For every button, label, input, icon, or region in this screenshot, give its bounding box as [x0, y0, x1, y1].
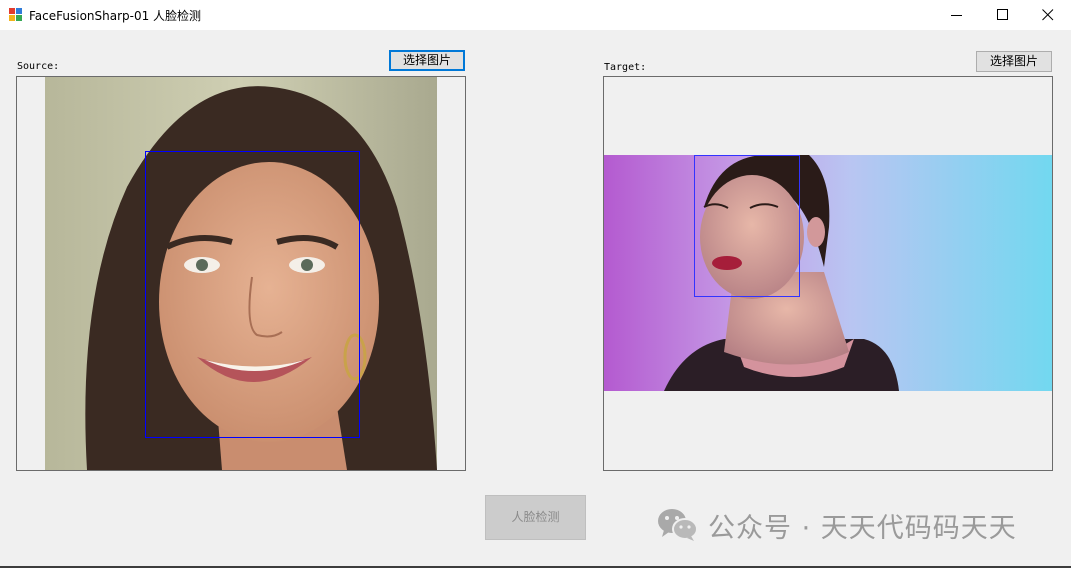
watermark: 公众号 · 天天代码码天天 [656, 505, 1017, 545]
title-bar: FaceFusionSharp-01 人脸检测 [0, 0, 1071, 30]
source-label: Source: [17, 61, 60, 72]
app-icon [9, 8, 23, 21]
target-label: Target: [604, 62, 647, 73]
close-button[interactable] [1025, 0, 1071, 30]
maximize-button[interactable] [980, 0, 1026, 30]
minimize-icon [951, 15, 962, 16]
minimize-button[interactable] [934, 0, 980, 30]
target-image [604, 155, 1052, 391]
source-image [45, 77, 437, 470]
close-icon [1042, 9, 1054, 21]
target-select-image-button[interactable]: 选择图片 [976, 51, 1052, 72]
source-select-image-button[interactable]: 选择图片 [389, 50, 465, 71]
face-detect-button[interactable]: 人脸检测 [485, 495, 586, 540]
wechat-icon [658, 509, 698, 541]
source-picture-box [16, 76, 466, 471]
maximize-icon [997, 9, 1008, 20]
target-picture-box [603, 76, 1053, 471]
window-title: FaceFusionSharp-01 人脸检测 [29, 9, 202, 23]
watermark-text: 公众号 · 天天代码码天天 [708, 512, 1017, 544]
